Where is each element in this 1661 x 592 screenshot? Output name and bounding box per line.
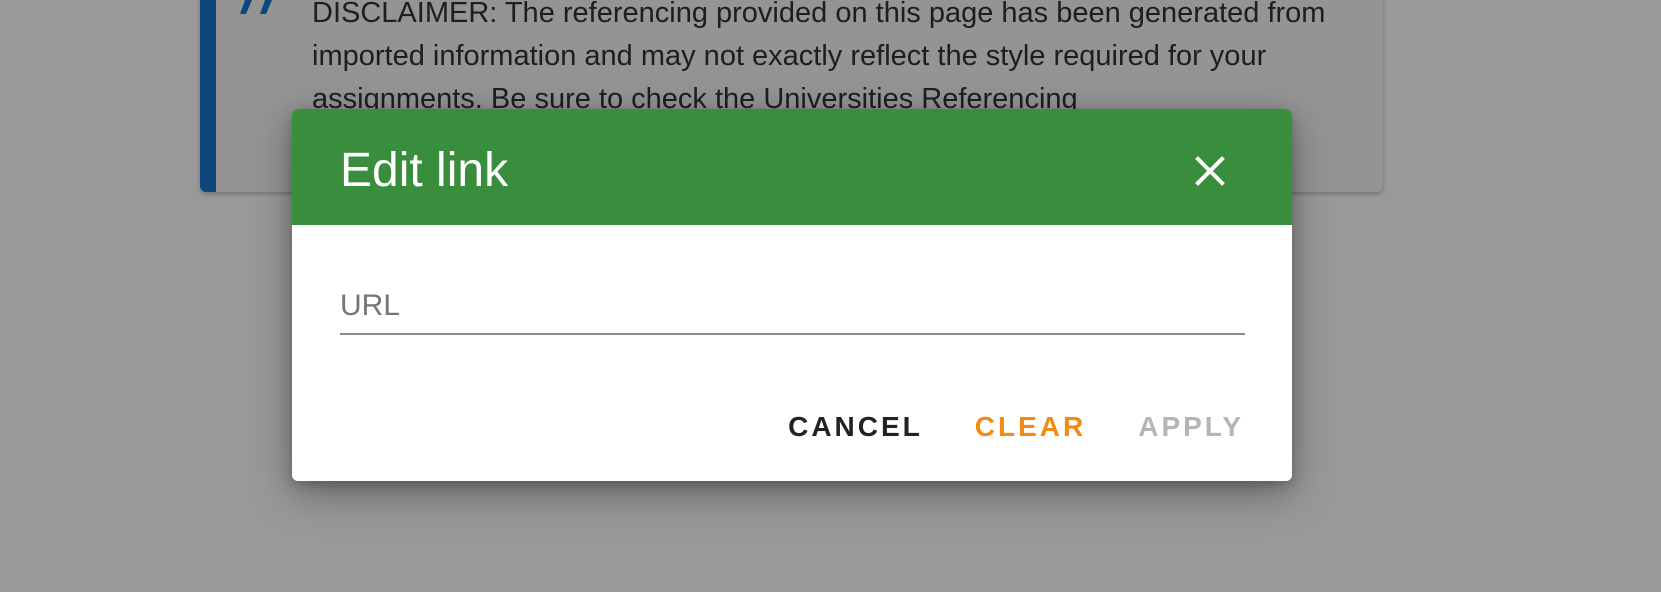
dialog-actions: CANCEL CLEAR APPLY: [788, 411, 1244, 443]
close-button[interactable]: [1190, 151, 1230, 191]
edit-link-dialog: Edit link CANCEL CLEAR APPLY: [292, 109, 1292, 481]
close-icon: [1195, 156, 1225, 186]
cancel-button[interactable]: CANCEL: [788, 411, 923, 443]
apply-button[interactable]: APPLY: [1138, 411, 1244, 443]
dialog-title: Edit link: [340, 144, 509, 197]
url-field: [340, 279, 1245, 339]
clear-button[interactable]: CLEAR: [975, 411, 1086, 443]
url-input[interactable]: [340, 279, 1245, 335]
dialog-header: Edit link: [292, 109, 1292, 225]
